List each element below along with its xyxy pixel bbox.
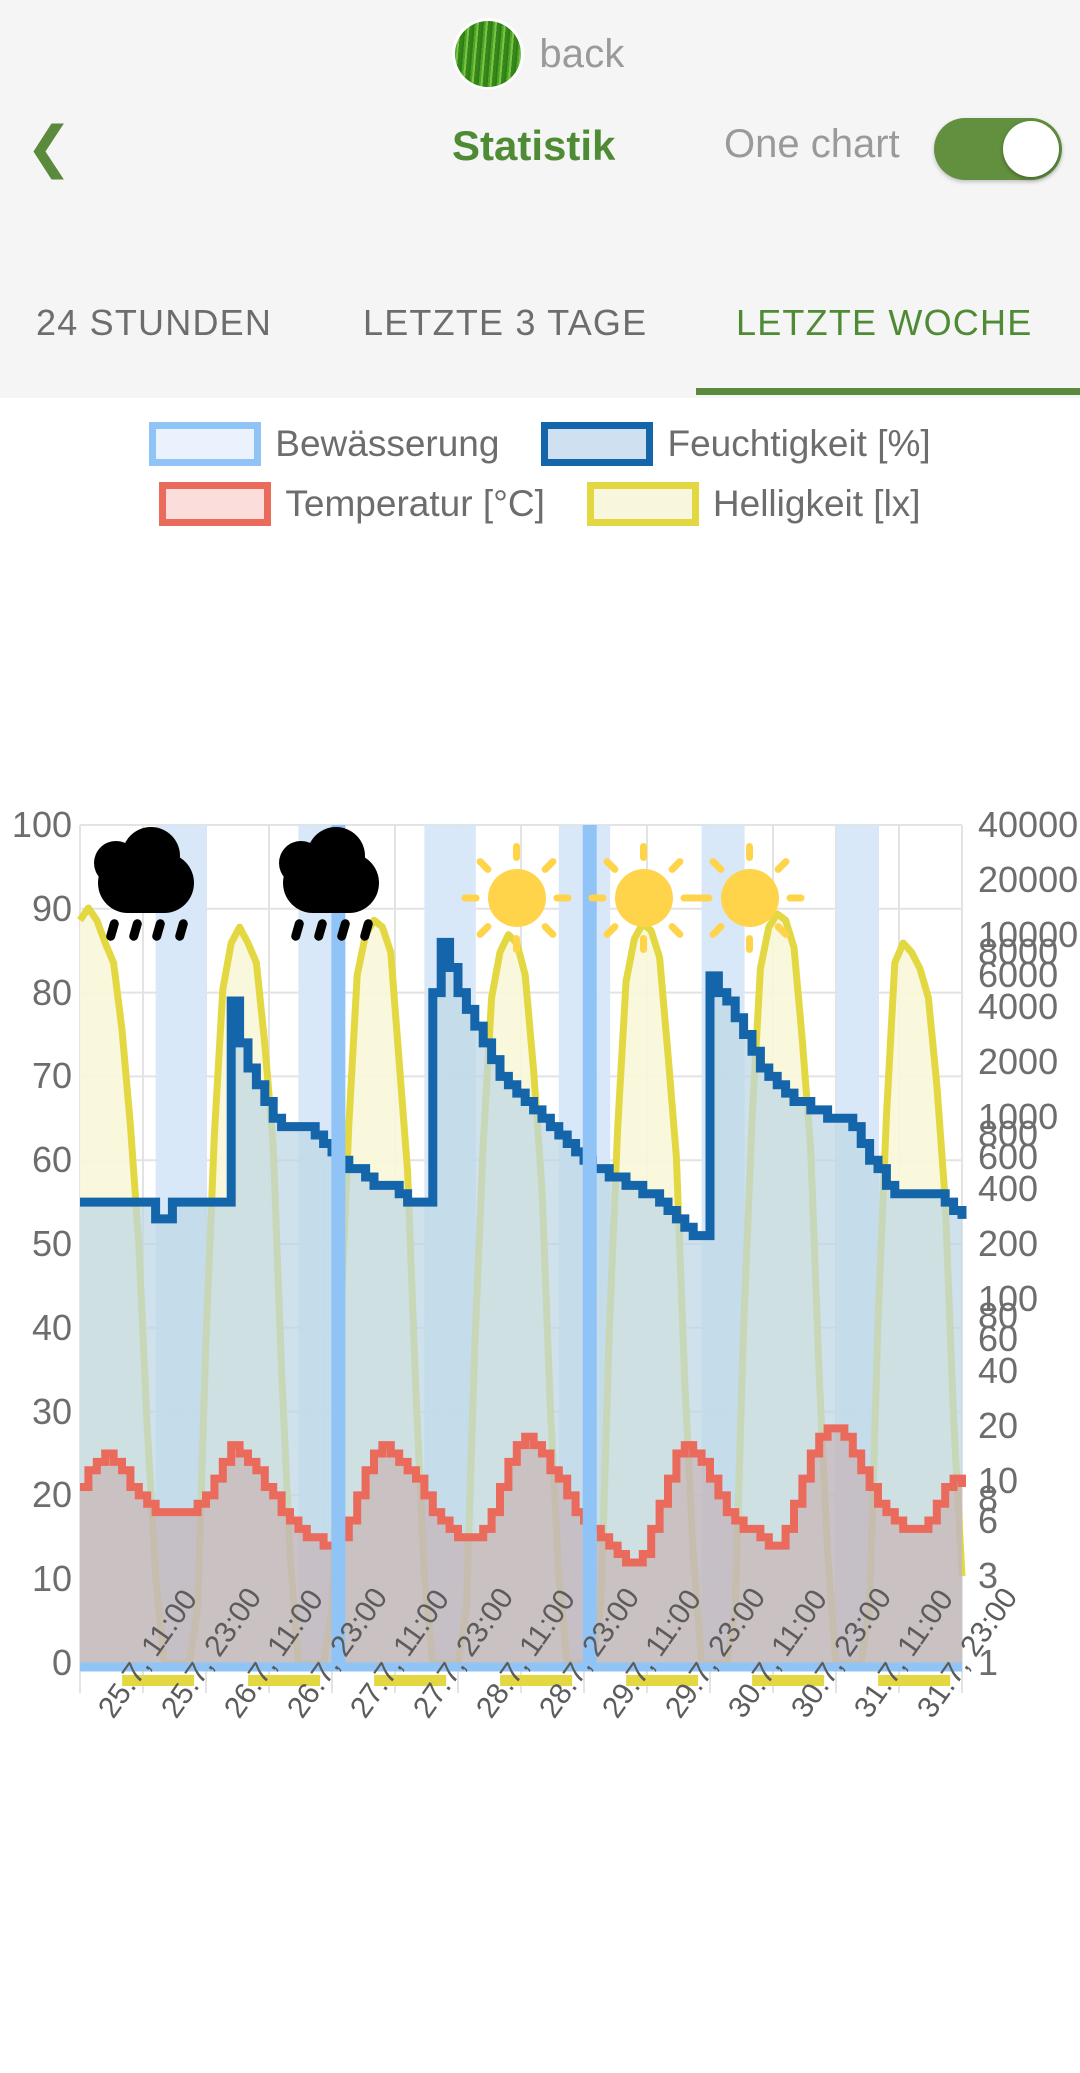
sun-ray — [708, 856, 727, 875]
y-axis-right-tick: 2000 — [978, 1040, 1059, 1082]
sun-ray — [539, 921, 558, 940]
sun-ray — [474, 856, 493, 875]
nav-row: ❮ Statistik One chart — [0, 100, 1080, 196]
y-axis-left-tick: 0 — [51, 1642, 72, 1683]
y-axis-right-tick: 1000 — [978, 1095, 1059, 1137]
y-axis-right-tick: 1 — [978, 1642, 999, 1683]
y-axis-right-tick: 10000 — [978, 913, 1079, 955]
sun-ray — [512, 843, 520, 861]
toggle-knob — [1003, 121, 1059, 177]
cloud-shape — [279, 827, 380, 913]
sun-ray — [694, 894, 713, 902]
y-axis-right-tick: 200 — [978, 1223, 1039, 1264]
y-axis-left-tick: 90 — [31, 887, 72, 929]
period-tabs: 24 STUNDEN LETZTE 3 TAGE LETZTE WOCHE — [0, 278, 1080, 398]
y-axis-right-tick: 20000 — [978, 858, 1079, 900]
plot-area[interactable]: 0 10 20 30 40 50 60 70 80 90 100 1 3 6 8 10 20 40 60 80 100 2… — [0, 398, 1080, 2073]
y-axis-left-tick: 10 — [31, 1558, 72, 1600]
sun-ray — [640, 935, 648, 953]
one-chart-toggle[interactable] — [934, 118, 1062, 180]
sun-ray — [667, 856, 686, 875]
sun-ray — [786, 894, 805, 902]
sun-ray — [773, 856, 792, 875]
tab-24-stunden[interactable]: 24 STUNDEN — [36, 302, 272, 356]
sun-ray — [708, 921, 727, 940]
y-axis-left-tick: 20 — [31, 1474, 72, 1516]
sun-ray — [746, 843, 754, 861]
sun-ray — [474, 921, 493, 940]
y-axis-right-tick: 100 — [978, 1277, 1039, 1319]
y-axis-left-tick: 40 — [31, 1306, 72, 1348]
y-axis-right-tick: 40000 — [978, 804, 1079, 845]
tab-letzte-3-tage[interactable]: LETZTE 3 TAGE — [363, 302, 647, 356]
y-axis-right-tick: 10 — [978, 1459, 1019, 1501]
chart-container: Bewässerung Feuchtigkeit [%] Temperatur … — [0, 398, 1080, 2073]
y-axis-left-tick: 80 — [31, 971, 72, 1013]
sun-disc — [721, 869, 780, 927]
y-axis-left-tick: 30 — [31, 1390, 72, 1432]
cloud-shape — [94, 827, 195, 913]
y-axis-left-tick: 100 — [11, 804, 72, 845]
y-axis-right-tick: 20 — [978, 1405, 1019, 1447]
sun-ray — [512, 935, 520, 953]
sun-ray — [602, 921, 621, 940]
sun-disc — [487, 869, 546, 927]
sun-ray — [746, 935, 754, 953]
active-tab-underline — [696, 388, 1080, 395]
sun-ray — [773, 921, 792, 940]
sun-ray — [553, 894, 572, 902]
profile-name: back — [539, 31, 625, 76]
sun-icon — [694, 843, 805, 953]
sun-ray — [539, 856, 558, 875]
y-axis-left-tick: 60 — [31, 1139, 72, 1181]
page-title: Statistik — [452, 122, 616, 169]
sun-icon — [461, 843, 572, 953]
chart-svg — [77, 824, 967, 1693]
grass-avatar-icon[interactable] — [455, 21, 522, 87]
chevron-left-icon[interactable]: ❮ — [14, 112, 84, 182]
y-axis-left-tick: 70 — [31, 1055, 72, 1097]
statistics-screen: back ❮ Statistik One chart 24 STUNDEN LE… — [0, 0, 1080, 2073]
tab-letzte-woche[interactable]: LETZTE WOCHE — [736, 302, 1032, 356]
sun-ray — [640, 843, 648, 861]
sun-ray — [461, 894, 480, 902]
sun-ray — [602, 856, 621, 875]
one-chart-label: One chart — [724, 122, 900, 166]
sun-disc — [615, 869, 674, 927]
y-axis-left-tick: 50 — [31, 1223, 72, 1264]
top-bar: back ❮ Statistik One chart 24 STUNDEN LE… — [0, 0, 1080, 398]
profile-row[interactable]: back — [0, 14, 1080, 94]
sun-ray — [588, 894, 607, 902]
sun-icon — [588, 843, 699, 953]
sun-ray — [667, 921, 686, 940]
